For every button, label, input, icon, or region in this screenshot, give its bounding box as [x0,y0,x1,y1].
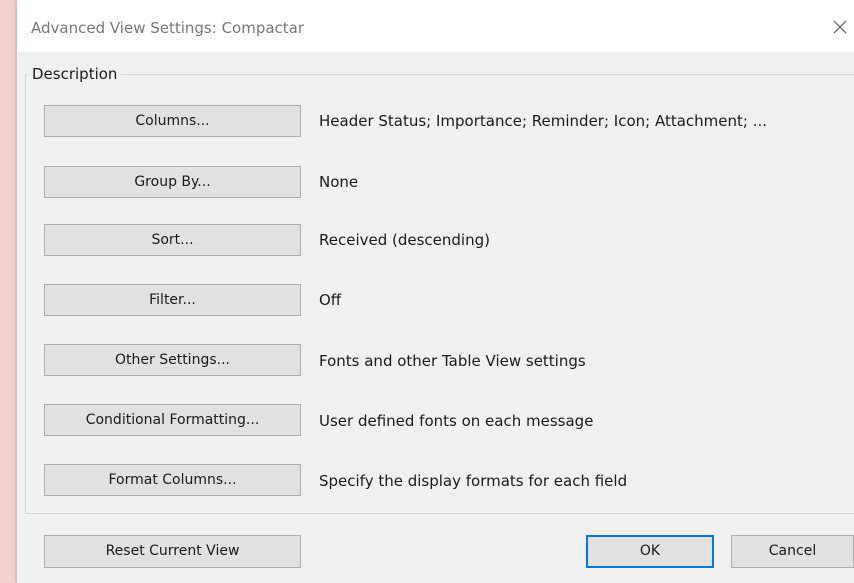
conditional-formatting-value: User defined fonts on each message [319,412,594,430]
window-title: Advanced View Settings: Compactar [31,19,305,37]
columns-value: Header Status; Importance; Reminder; Ico… [319,112,768,130]
format-columns-button[interactable]: Format Columns... [44,464,301,496]
columns-button[interactable]: Columns... [44,105,301,137]
other-settings-value: Fonts and other Table View settings [319,352,586,370]
sort-button[interactable]: Sort... [44,224,301,256]
ok-button[interactable]: OK [586,535,714,568]
other-settings-button[interactable]: Other Settings... [44,344,301,376]
close-icon [833,20,847,34]
sort-value: Received (descending) [319,231,490,249]
description-group-label: Description [28,65,122,83]
format-columns-value: Specify the display formats for each fie… [319,472,628,490]
group-by-value: None [319,173,359,191]
group-by-button[interactable]: Group By... [44,166,301,198]
advanced-view-settings-dialog: Advanced View Settings: Compactar Descri… [17,0,854,583]
filter-button[interactable]: Filter... [44,284,301,316]
reset-current-view-button[interactable]: Reset Current View [44,535,301,568]
conditional-formatting-button[interactable]: Conditional Formatting... [44,404,301,436]
close-button[interactable] [825,13,854,41]
title-bar: Advanced View Settings: Compactar [17,0,854,52]
filter-value: Off [319,291,342,309]
cancel-button[interactable]: Cancel [731,535,854,568]
